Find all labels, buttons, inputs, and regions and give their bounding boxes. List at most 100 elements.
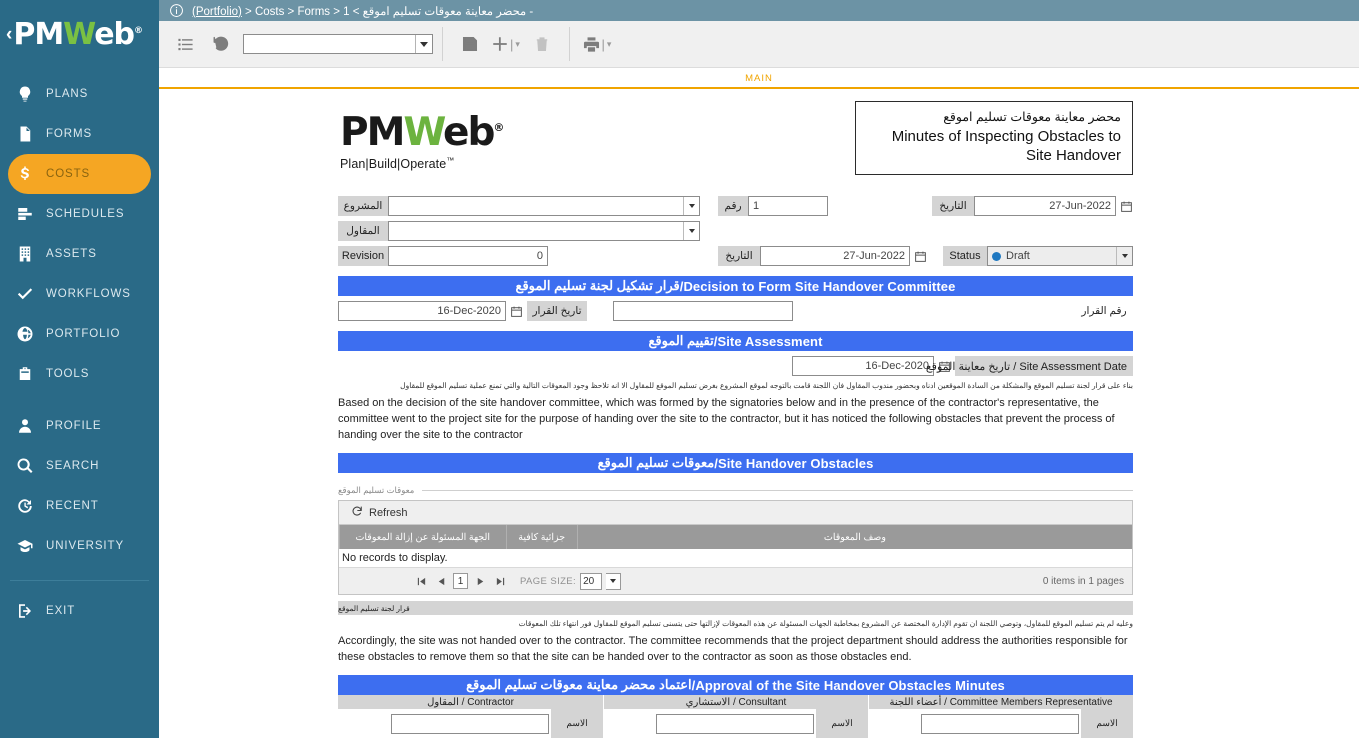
obstacles-grid-empty: No records to display. bbox=[339, 549, 1132, 569]
sidebar-item-exit[interactable]: EXIT bbox=[8, 591, 151, 631]
obstacles-grid-legend: معوقات تسليم الموقع bbox=[338, 485, 1133, 496]
sidebar-item-costs[interactable]: COSTS bbox=[8, 154, 151, 194]
decision-paragraph-english: Accordingly, the site was not handed ove… bbox=[338, 635, 1128, 664]
sidebar-divider bbox=[10, 580, 149, 581]
tab-main[interactable]: MAIN bbox=[735, 73, 783, 87]
column-header-responsible[interactable]: الجهة المسئولة عن إزالة المعوقات bbox=[339, 525, 506, 550]
building-icon bbox=[16, 245, 46, 263]
page-number[interactable]: 1 bbox=[453, 573, 468, 590]
chevron-down-icon[interactable] bbox=[683, 222, 699, 241]
decision-date-input[interactable]: 16-Dec-2020 bbox=[338, 301, 506, 322]
contractor-input[interactable] bbox=[388, 221, 700, 242]
chevron-down-icon[interactable] bbox=[415, 35, 432, 53]
date-input[interactable]: 27-Jun-2022 bbox=[974, 196, 1116, 217]
delete-button[interactable] bbox=[524, 26, 560, 62]
dollar-icon bbox=[16, 165, 46, 183]
breadcrumb-portfolio-link[interactable]: (Portfolio) bbox=[192, 6, 242, 18]
decision-date-label: تاريخ القرار bbox=[527, 301, 587, 322]
banner-committee-en: Decision to Form Site Handover Committee bbox=[683, 278, 956, 294]
add-button[interactable]: | ▾ bbox=[488, 26, 524, 62]
sidebar-item-label: ASSETS bbox=[46, 248, 97, 260]
assessment-paragraph-english: Based on the decision of the site handov… bbox=[338, 397, 1115, 442]
column-header-description[interactable]: وصف المعوقات bbox=[576, 525, 1132, 550]
approval-name-committee: الاسم bbox=[868, 709, 1133, 738]
sidebar-item-workflows[interactable]: WORKFLOWS bbox=[8, 274, 151, 314]
history-icon[interactable] bbox=[203, 26, 239, 62]
app-logo[interactable]: ‹ PMWeb® bbox=[0, 0, 159, 70]
document-header: PMWeb® Plan|Build|Operate™ محضر معاينة م… bbox=[338, 101, 1133, 183]
refresh-button[interactable]: Refresh bbox=[339, 501, 1132, 526]
add-split-divider: | bbox=[510, 36, 514, 52]
status-dot-icon bbox=[992, 251, 1001, 261]
chevron-down-icon[interactable]: ▾ bbox=[607, 39, 612, 50]
calendar-icon[interactable] bbox=[1120, 200, 1133, 213]
breadcrumb: (Portfolio) > Costs > Forms > 1 < محضر م… bbox=[159, 0, 1359, 22]
approval-name-row: الاسم الاسم الاسم bbox=[338, 709, 1133, 738]
name-label: الاسم bbox=[1081, 709, 1133, 738]
number-label: رقم bbox=[718, 196, 748, 217]
sidebar-item-university[interactable]: UNIVERSITY bbox=[8, 526, 151, 566]
number-input[interactable]: 1 bbox=[748, 196, 828, 217]
first-page-icon[interactable] bbox=[413, 573, 429, 589]
prev-page-icon[interactable] bbox=[433, 573, 449, 589]
chevron-down-icon[interactable]: ▾ bbox=[515, 39, 520, 50]
project-input[interactable] bbox=[388, 196, 700, 217]
banner-assessment: تقييم الموقع / Site Assessment bbox=[338, 331, 1133, 352]
chevron-down-icon[interactable] bbox=[1116, 247, 1132, 266]
revision-input[interactable]: 0 bbox=[388, 246, 548, 267]
sidebar-item-label: TOOLS bbox=[46, 368, 90, 380]
refresh-label: Refresh bbox=[369, 506, 408, 519]
date-label: التاريخ bbox=[932, 196, 974, 217]
sidebar-item-forms[interactable]: FORMS bbox=[8, 114, 151, 154]
approval-name-contractor: الاسم bbox=[338, 709, 603, 738]
banner-approval-ar: اعتماد محضر معاينة معوقات تسليم الموقع bbox=[466, 677, 692, 693]
sidebar-item-label: PORTFOLIO bbox=[46, 328, 121, 340]
assessment-date-input[interactable]: 16-Dec-2020 bbox=[792, 356, 934, 377]
page-size-value[interactable]: 20 bbox=[580, 572, 603, 590]
search-icon bbox=[16, 457, 46, 475]
committee-name-input[interactable] bbox=[921, 713, 1079, 734]
last-page-icon[interactable] bbox=[492, 573, 508, 589]
calendar-icon[interactable] bbox=[510, 305, 523, 318]
status-select[interactable]: Draft bbox=[987, 246, 1133, 267]
document-title-english: Minutes of Inspecting Obstacles to Site … bbox=[867, 128, 1121, 166]
next-page-icon[interactable] bbox=[472, 573, 488, 589]
sidebar-item-label: PLANS bbox=[46, 88, 89, 100]
sidebar-item-portfolio[interactable]: PORTFOLIO bbox=[8, 314, 151, 354]
decision-no-input[interactable] bbox=[613, 301, 793, 322]
date2-value: 27-Jun-2022 bbox=[843, 250, 905, 263]
contractor-name-input[interactable] bbox=[391, 713, 549, 734]
sidebar-item-recent[interactable]: RECENT bbox=[8, 486, 151, 526]
name-label: الاسم bbox=[551, 709, 603, 738]
sidebar-item-schedules[interactable]: SCHEDULES bbox=[8, 194, 151, 234]
decision-head: قرار لجنة تسليم الموقع bbox=[338, 601, 1133, 616]
chevron-down-icon[interactable] bbox=[606, 572, 622, 590]
sidebar-item-plans[interactable]: PLANS bbox=[8, 74, 151, 114]
document-title-box: محضر معاينة معوقات تسليم اموقع Minutes o… bbox=[855, 101, 1133, 175]
tabstrip: MAIN bbox=[159, 67, 1359, 90]
sidebar-item-tools[interactable]: TOOLS bbox=[8, 354, 151, 394]
assessment-paragraph-arabic: بناء على قرار لجنة تسليم الموقع والمشكلة… bbox=[400, 381, 1133, 391]
document-title-line2: Site Handover bbox=[1025, 146, 1121, 164]
sidebar-collapse-icon[interactable]: ‹ bbox=[6, 24, 12, 46]
approval-col-contractor: المقاول / Contractor bbox=[338, 695, 603, 710]
column-header-penalty[interactable]: جزائية كافية bbox=[505, 525, 577, 550]
sidebar-item-label: UNIVERSITY bbox=[46, 540, 125, 552]
sidebar-item-profile[interactable]: PROFILE bbox=[8, 406, 151, 446]
banner-approval: اعتماد محضر معاينة معوقات تسليم الموقع /… bbox=[338, 675, 1133, 696]
obstacles-grid-pager: 1 PAGE SIZE: 20 0 items in 1 pages bbox=[339, 568, 1132, 595]
calendar-icon[interactable] bbox=[914, 250, 927, 263]
sidebar-item-label: EXIT bbox=[46, 605, 76, 617]
sidebar-item-label: RECENT bbox=[46, 500, 99, 512]
sidebar-item-search[interactable]: SEARCH bbox=[8, 446, 151, 486]
list-icon[interactable] bbox=[167, 26, 203, 62]
print-button[interactable]: | ▾ bbox=[579, 26, 615, 62]
consultant-name-input[interactable] bbox=[656, 713, 814, 734]
form-select[interactable] bbox=[243, 34, 433, 54]
chevron-down-icon[interactable] bbox=[683, 197, 699, 216]
sidebar-item-assets[interactable]: ASSETS bbox=[8, 234, 151, 274]
save-button[interactable] bbox=[452, 26, 488, 62]
info-icon[interactable] bbox=[169, 3, 184, 18]
breadcrumb-text: (Portfolio) > Costs > Forms > 1 < محضر م… bbox=[192, 4, 533, 18]
date2-input[interactable]: 27-Jun-2022 bbox=[760, 246, 910, 267]
